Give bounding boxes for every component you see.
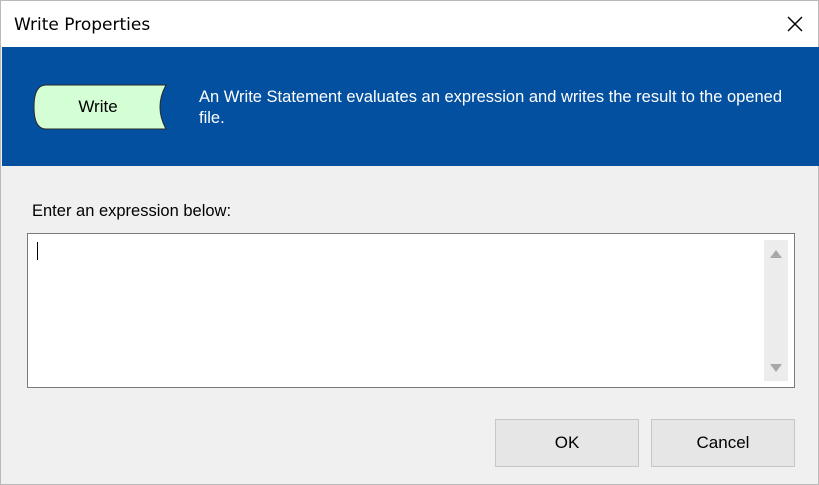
scroll-down-arrow-icon [770, 364, 782, 372]
header-banner: Write An Write Statement evaluates an ex… [2, 47, 819, 166]
statement-description: An Write Statement evaluates an expressi… [199, 88, 783, 127]
vertical-scrollbar[interactable] [764, 240, 788, 381]
scroll-down-button[interactable] [764, 358, 788, 378]
title-bar: Write Properties [1, 1, 818, 47]
shape-label: Write [78, 97, 118, 116]
write-properties-dialog: Write Properties Write An Write Statemen… [0, 0, 819, 485]
scroll-up-button[interactable] [764, 244, 788, 264]
write-statement-shape: Write [32, 84, 170, 130]
close-icon [787, 16, 803, 32]
text-caret [37, 242, 38, 260]
window-title: Write Properties [14, 15, 151, 35]
cancel-button[interactable]: Cancel [651, 419, 795, 467]
ok-button[interactable]: OK [495, 419, 639, 467]
scroll-up-arrow-icon [770, 250, 782, 258]
expression-prompt-label: Enter an expression below: [32, 202, 232, 220]
close-button[interactable] [772, 1, 818, 47]
expression-input[interactable] [27, 233, 795, 388]
